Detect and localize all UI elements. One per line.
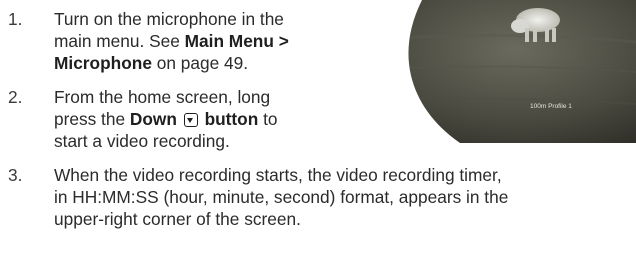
- text-fragment: press the: [54, 109, 130, 129]
- text-fragment: to: [258, 109, 278, 129]
- scope-overlay-text: 100m Profile 1: [530, 103, 572, 110]
- step-text: Turn on the microphone in the main menu.…: [54, 8, 289, 74]
- step-line: press the Down button to: [54, 108, 278, 130]
- lens-view: 100m Profile 1: [408, 0, 636, 143]
- step-line: From the home screen, long: [54, 87, 271, 107]
- down-label: Down: [129, 109, 177, 129]
- step-number: 1.: [8, 9, 23, 29]
- text-fragment: main menu. See: [54, 31, 185, 51]
- step-line: in HH:MM:SS (hour, minute, second) forma…: [54, 187, 509, 207]
- step-1: 1. Turn on the microphone in the main me…: [0, 8, 360, 78]
- step-line: main menu. See Main Menu >: [54, 30, 289, 52]
- down-arrow-button-icon: [183, 113, 198, 127]
- button-label: button: [204, 109, 259, 129]
- step-text: When the video recording starts, the vid…: [54, 164, 508, 230]
- step-number: 3.: [8, 165, 23, 185]
- step-line: Microphone on page 49.: [54, 52, 289, 74]
- step-line: start a video recording.: [54, 131, 230, 151]
- text-fragment: on page 49.: [151, 53, 249, 73]
- step-2: 2. From the home screen, long press the …: [0, 86, 360, 156]
- step-line: upper-right corner of the screen.: [54, 209, 301, 229]
- step-number: 2.: [8, 87, 23, 107]
- thermal-scope-image: 100m Profile 1: [370, 0, 636, 143]
- step-line: Turn on the microphone in the: [54, 9, 284, 29]
- step-text: From the home screen, long press the Dow…: [54, 86, 278, 152]
- menu-path-microphone: Microphone: [54, 53, 152, 73]
- step-line: When the video recording starts, the vid…: [54, 165, 502, 185]
- thermal-view-graphic: 100m Profile 1: [408, 0, 636, 143]
- menu-path-main-menu: Main Menu >: [184, 31, 289, 51]
- step-3: 3. When the video recording starts, the …: [0, 164, 630, 234]
